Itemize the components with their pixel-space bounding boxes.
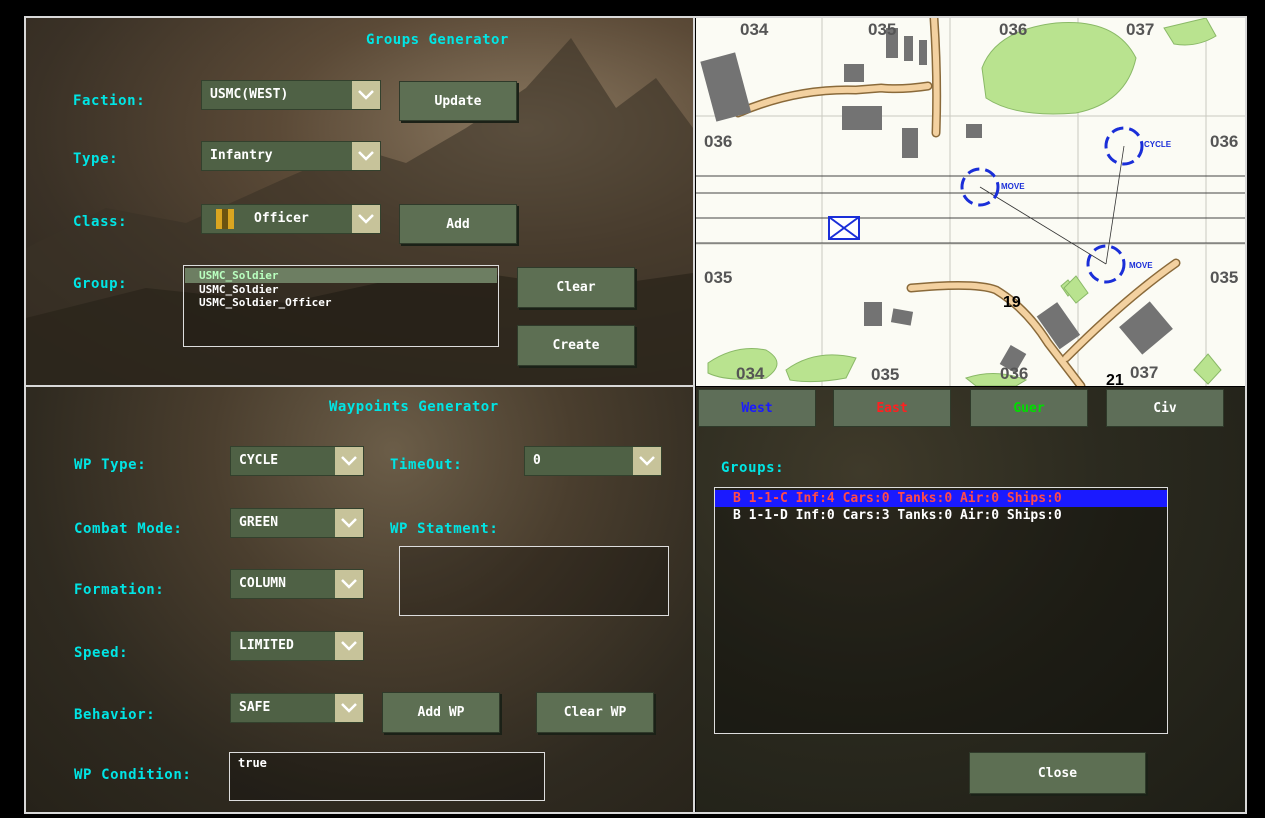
add-button[interactable]: Add: [399, 204, 517, 244]
update-button[interactable]: Update: [399, 81, 517, 121]
frame-border: [24, 16, 1247, 18]
side-button-guer[interactable]: Guer: [970, 389, 1088, 427]
type-label: Type:: [73, 151, 119, 167]
combat-mode-select[interactable]: GREEN: [230, 508, 364, 538]
frame-border: [24, 16, 26, 814]
frame-border: [1245, 16, 1247, 814]
grid-label-left: 036: [704, 132, 733, 151]
list-item[interactable]: B 1-1-C Inf:4 Cars:0 Tanks:0 Air:0 Ships…: [715, 490, 1167, 507]
create-button[interactable]: Create: [517, 325, 635, 366]
grid-label-right: 036: [1210, 132, 1239, 151]
grid-label-bottom: 037: [1130, 363, 1159, 382]
list-item[interactable]: USMC_Soldier_Officer: [184, 296, 498, 309]
grid-label-right: 035: [1210, 268, 1239, 287]
grid-label-top: 034: [740, 20, 769, 39]
side-button-west[interactable]: West: [698, 389, 816, 427]
list-item[interactable]: USMC_Soldier: [185, 268, 497, 283]
waypoint-label: CYCLE: [1144, 140, 1172, 149]
waypoint-label: MOVE: [1129, 261, 1153, 270]
waypoints-generator-panel: Waypoints Generator WP Type: CYCLE TimeO…: [26, 387, 693, 812]
timeout-select[interactable]: 0: [524, 446, 662, 476]
timeout-value: 0: [533, 453, 541, 468]
clear-button[interactable]: Clear: [517, 267, 635, 308]
groups-generator-title: Groups Generator: [366, 32, 509, 48]
grid-label-bottom: 034: [736, 364, 765, 383]
frame-divider: [693, 16, 695, 814]
wp-condition-label: WP Condition:: [74, 767, 192, 783]
chevron-down-icon[interactable]: [335, 509, 363, 537]
side-button-east[interactable]: East: [833, 389, 951, 427]
close-button[interactable]: Close: [969, 752, 1146, 794]
grid-label-left: 035: [704, 268, 733, 287]
road-number: 19: [1003, 294, 1021, 311]
frame-divider: [24, 385, 695, 387]
map-graphics: [696, 18, 1246, 386]
groups-list-panel: Groups: B 1-1-C Inf:4 Cars:0 Tanks:0 Air…: [696, 387, 1246, 812]
chevron-down-icon[interactable]: [352, 142, 380, 170]
add-wp-button[interactable]: Add WP: [382, 692, 500, 733]
chevron-down-icon[interactable]: [335, 570, 363, 598]
group-listbox[interactable]: USMC_Soldier USMC_Soldier USMC_Soldier_O…: [183, 265, 499, 347]
speed-select[interactable]: LIMITED: [230, 631, 364, 661]
unit-marker-icon: [828, 216, 860, 240]
officer-rank-icon: [216, 209, 234, 229]
grid-label-top: 037: [1126, 20, 1155, 39]
waypoint-label: MOVE: [1001, 182, 1025, 191]
class-label: Class:: [73, 214, 128, 230]
waypoints-generator-title: Waypoints Generator: [329, 399, 499, 415]
behavior-label: Behavior:: [74, 707, 156, 723]
timeout-label: TimeOut:: [390, 457, 463, 473]
behavior-select[interactable]: SAFE: [230, 693, 364, 723]
faction-label: Faction:: [73, 93, 146, 109]
formation-select[interactable]: COLUMN: [230, 569, 364, 599]
grid-label-bottom: 035: [871, 365, 900, 384]
road-number: 21: [1106, 372, 1124, 386]
list-item[interactable]: USMC_Soldier: [184, 283, 498, 296]
chevron-down-icon[interactable]: [352, 205, 380, 233]
faction-value: USMC(WEST): [210, 87, 289, 102]
chevron-down-icon[interactable]: [335, 632, 363, 660]
wp-statement-label: WP Statment:: [390, 521, 499, 537]
chevron-down-icon[interactable]: [633, 447, 661, 475]
groups-listbox[interactable]: B 1-1-C Inf:4 Cars:0 Tanks:0 Air:0 Ships…: [714, 487, 1168, 734]
formation-label: Formation:: [74, 582, 165, 598]
speed-label: Speed:: [74, 645, 129, 661]
type-value: Infantry: [210, 148, 273, 163]
wp-type-value: CYCLE: [239, 453, 279, 468]
grid-label-bottom: 036: [1000, 364, 1029, 383]
wp-condition-input[interactable]: true: [229, 752, 545, 801]
combat-mode-value: GREEN: [239, 515, 279, 530]
side-button-civ[interactable]: Civ: [1106, 389, 1224, 427]
groups-label: Groups:: [721, 460, 785, 476]
frame-border: [24, 812, 1247, 814]
class-select[interactable]: Officer: [201, 204, 381, 234]
group-label: Group:: [73, 276, 128, 292]
type-select[interactable]: Infantry: [201, 141, 381, 171]
list-item[interactable]: B 1-1-D Inf:0 Cars:3 Tanks:0 Air:0 Ships…: [715, 507, 1167, 524]
behavior-value: SAFE: [239, 700, 271, 715]
clear-wp-button[interactable]: Clear WP: [536, 692, 654, 733]
grid-label-top: 035: [868, 20, 897, 39]
faction-select[interactable]: USMC(WEST): [201, 80, 381, 110]
wp-type-label: WP Type:: [74, 457, 147, 473]
wp-type-select[interactable]: CYCLE: [230, 446, 364, 476]
formation-value: COLUMN: [239, 576, 286, 591]
chevron-down-icon[interactable]: [335, 447, 363, 475]
chevron-down-icon[interactable]: [352, 81, 380, 109]
groups-generator-panel: Groups Generator Faction: USMC(WEST) Upd…: [26, 18, 693, 385]
map-view[interactable]: 034 035 036 037 034 035 036 037 036 035 …: [696, 18, 1246, 386]
combat-mode-label: Combat Mode:: [74, 521, 183, 537]
wp-statement-input[interactable]: [399, 546, 669, 616]
chevron-down-icon[interactable]: [335, 694, 363, 722]
class-value: Officer: [254, 211, 309, 226]
grid-label-top: 036: [999, 20, 1028, 39]
speed-value: LIMITED: [239, 638, 294, 653]
